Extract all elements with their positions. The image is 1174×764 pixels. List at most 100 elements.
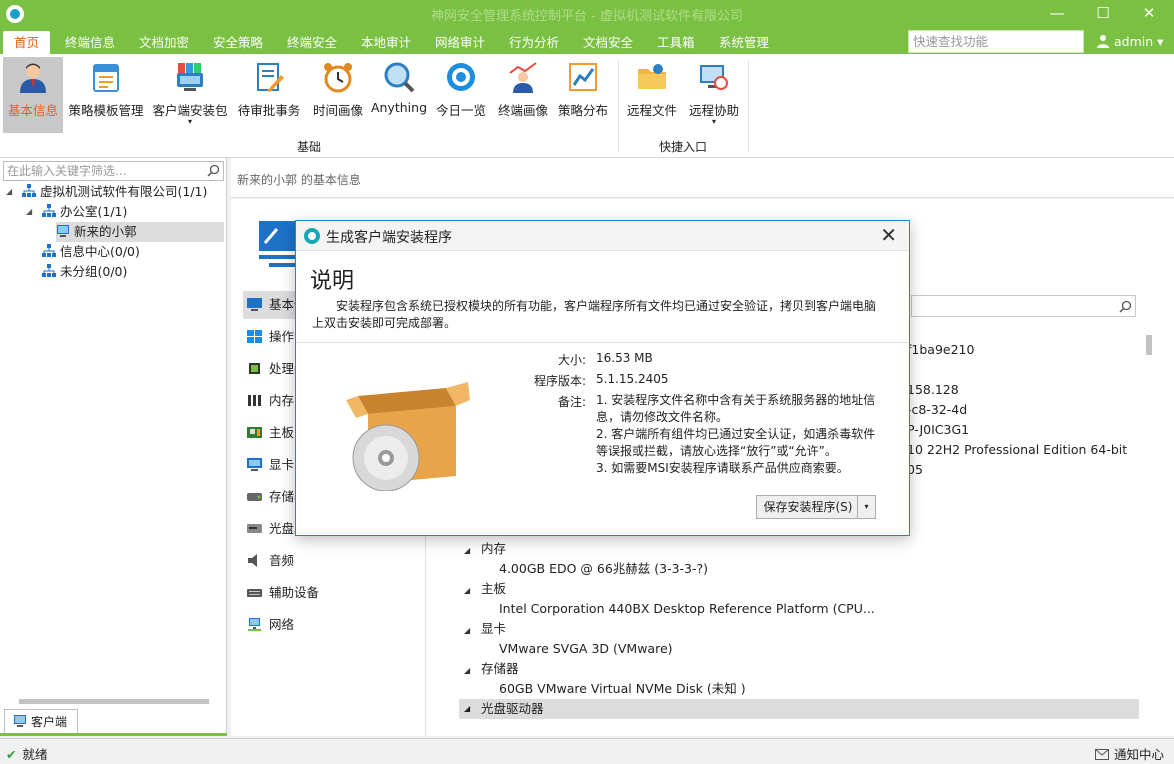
notification-center-button[interactable]: 通知中心 [1094, 744, 1164, 763]
menu-terminal-info[interactable]: 终端信息 [54, 31, 126, 54]
category-peripherals[interactable]: 辅助设备 [243, 579, 423, 607]
check-icon: ✔ [6, 747, 17, 762]
close-icon[interactable]: ✕ [880, 223, 897, 247]
ribbon-time-profile-button[interactable]: 时间画像 [308, 57, 368, 133]
dialog-title: 生成客户端安装程序 [326, 230, 452, 246]
windows-icon [247, 330, 262, 343]
tab-client[interactable]: 客户端 [4, 709, 78, 734]
remote-monitor-icon [700, 65, 728, 90]
search-icon[interactable] [207, 164, 220, 177]
save-installer-button[interactable]: 保存安装程序(S) ▾ [756, 495, 876, 519]
cpu-icon [249, 363, 260, 374]
maximize-button[interactable]: ☐ [1080, 0, 1126, 28]
category-network[interactable]: 网络 [243, 611, 423, 639]
window-title: 神网安全管理系统控制平台 - 虚拟机测试软件有限公司 [431, 9, 743, 24]
menu-doc-encrypt[interactable]: 文档加密 [128, 31, 200, 54]
generate-installer-dialog: 生成客户端安装程序 ✕ 说明 安装程序包含系统已授权模块的所有功能，客户端程序所… [295, 220, 910, 536]
ribbon-anything-button[interactable]: Anything [370, 57, 428, 133]
detail-partial-line: f1ba9e210 [907, 342, 975, 357]
size-label: 大小: [557, 353, 586, 367]
tree-node-info-center[interactable]: 信息中心(0/0) [42, 242, 140, 262]
tree-filter-input[interactable]: 在此输入关键字筛选... [3, 161, 224, 181]
category-audio[interactable]: 音频 [243, 547, 423, 575]
detail-partial-line: 158.128 [907, 382, 959, 397]
version-label: 程序版本: [533, 374, 586, 388]
approval-icon [257, 63, 284, 92]
org-icon [22, 184, 36, 197]
motherboard-icon [247, 427, 262, 438]
ribbon-remote-file-button[interactable]: 远程文件 [622, 57, 682, 133]
ribbon-client-package-button[interactable]: 客户端安装包 ▾ [150, 57, 230, 133]
chart-icon [569, 63, 597, 91]
dialog-heading: 说明 [310, 269, 355, 294]
installer-box-icon [346, 382, 470, 491]
detail-partial-line: 10 22H2 Professional Edition 64-bit [907, 442, 1128, 457]
org-icon [42, 244, 56, 257]
tab-underline [0, 733, 227, 736]
optical-drive-icon [247, 524, 262, 533]
menu-behavior-analysis[interactable]: 行为分析 [498, 31, 570, 54]
detail-search-input[interactable] [911, 295, 1136, 317]
chevron-down-icon[interactable]: ▾ [857, 496, 875, 518]
user-icon [1097, 35, 1109, 48]
menu-home[interactable]: 首页 [3, 31, 51, 54]
collapse-toggle[interactable]: ◢ [464, 626, 470, 635]
ribbon-policy-template-button[interactable]: 策略模板管理 [66, 57, 146, 133]
collapse-toggle[interactable]: ◢ [464, 546, 470, 555]
user-menu[interactable]: admin ▾ [1096, 31, 1163, 53]
notes-list: 1. 安装程序文件名称中含有关于系统服务器的地址信息，请勿修改文件名称。 2. … [596, 392, 881, 477]
category-heading-selected[interactable]: ◢ 光盘驱动器 [459, 699, 1139, 719]
client-package-icon [177, 63, 203, 91]
status-ready: ✔ 就绪 [6, 747, 48, 762]
monitor-icon [247, 298, 262, 311]
mail-icon [1094, 749, 1109, 760]
menu-security-policy[interactable]: 安全策略 [202, 31, 274, 54]
org-icon [42, 264, 56, 277]
horizontal-scrollbar[interactable] [3, 696, 224, 706]
network-icon [248, 618, 261, 631]
dialog-title-bar: 生成客户端安装程序 ✕ [296, 221, 909, 251]
detail-partial-line: -c8-32-4d [907, 402, 968, 417]
ribbon-group-basic: 基础 [296, 140, 321, 154]
org-tree-panel: 在此输入关键字筛选... ◢ 虚拟机测试软件有限公司(1/1) ◢ 办公室(1/… [0, 158, 227, 736]
collapse-toggle[interactable]: ◢ [464, 586, 470, 595]
scrollbar-thumb[interactable] [19, 699, 209, 704]
ribbon-today-overview-button[interactable]: 今日一览 [432, 57, 490, 133]
minimize-button[interactable]: — [1034, 0, 1080, 28]
display-icon [247, 458, 262, 471]
keyboard-icon [247, 589, 262, 597]
ribbon-pending-approval-button[interactable]: 待审批事务 [236, 57, 302, 133]
expand-toggle[interactable]: ◢ [26, 202, 36, 222]
expand-toggle[interactable]: ◢ [6, 182, 16, 202]
ribbon-group-quick-access: 快捷入口 [658, 140, 707, 154]
size-value: 16.53 MB [596, 351, 653, 365]
monitor-icon [14, 715, 26, 727]
menu-network-audit[interactable]: 网络审计 [424, 31, 496, 54]
collapse-toggle[interactable]: ◢ [464, 699, 470, 719]
menu-terminal-security[interactable]: 终端安全 [276, 31, 348, 54]
eye-icon [447, 63, 475, 91]
vertical-scrollbar[interactable] [1143, 319, 1159, 729]
status-bar: ✔ 就绪 通知中心 [0, 738, 1174, 764]
policy-template-icon [93, 64, 119, 92]
menu-system-management[interactable]: 系统管理 [708, 31, 780, 54]
ribbon-basic-info-button[interactable]: 基本信息 [3, 57, 63, 133]
org-icon [42, 204, 56, 217]
collapse-toggle[interactable]: ◢ [464, 666, 470, 675]
scrollbar-thumb[interactable] [1146, 335, 1152, 355]
category-heading: 主板 [481, 581, 507, 596]
tree-node-company[interactable]: ◢ 虚拟机测试软件有限公司(1/1) [6, 182, 207, 202]
close-window-button[interactable]: ✕ [1126, 0, 1172, 28]
tree-node-ungrouped[interactable]: 未分组(0/0) [42, 262, 127, 282]
ribbon-remote-assist-button[interactable]: 远程协助 ▾ [684, 57, 744, 133]
menu-toolbox[interactable]: 工具箱 [646, 31, 706, 54]
ribbon-policy-distribution-button[interactable]: 策略分布 [555, 57, 611, 133]
tree-node-office[interactable]: ◢ 办公室(1/1) [26, 202, 127, 222]
ribbon-terminal-profile-button[interactable]: 终端画像 [494, 57, 552, 133]
quick-search-input[interactable]: 快速查找功能 [908, 30, 1084, 53]
tree-node-client[interactable]: 新来的小郭 [56, 222, 224, 242]
search-icon[interactable] [1119, 300, 1132, 313]
menu-local-audit[interactable]: 本地审计 [350, 31, 422, 54]
menu-doc-security[interactable]: 文档安全 [572, 31, 644, 54]
title-bar: 神网安全管理系统控制平台 - 虚拟机测试软件有限公司 — ☐ ✕ [0, 0, 1174, 28]
